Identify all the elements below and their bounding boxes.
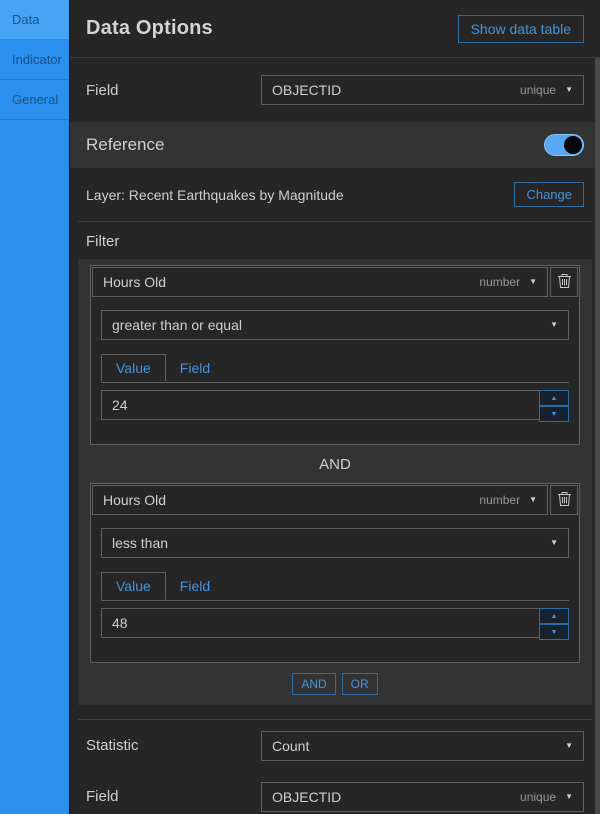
condition-2-field-select[interactable]: Hours Old number ▼	[92, 485, 548, 515]
sidebar-tab-general-label: General	[12, 92, 59, 107]
condition-2-operator-value: less than	[112, 535, 169, 551]
condition-1-header: Hours Old number ▼	[91, 266, 579, 298]
condition-1-tab-field[interactable]: Field	[166, 354, 224, 382]
condition-1-field-select[interactable]: Hours Old number ▼	[92, 267, 548, 297]
panel-header: Data Options Show data table	[70, 0, 600, 58]
vertical-scrollbar[interactable]	[595, 58, 600, 814]
field-type-badge: unique	[520, 789, 557, 804]
field-row-bottom: Field OBJECTID unique ▼	[70, 771, 600, 814]
statistic-label: Statistic	[86, 737, 139, 754]
condition-2-operator-select[interactable]: less than ▼	[101, 528, 569, 558]
chevron-down-icon: ▼	[550, 320, 558, 329]
reference-toggle[interactable]	[544, 134, 584, 156]
condition-2-value: 48	[112, 615, 128, 631]
show-data-table-button[interactable]: Show data table	[457, 14, 584, 43]
statistic-select[interactable]: Count ▼	[261, 730, 584, 761]
condition-1-body: greater than or equal ▼ Value Field 24 ▲…	[91, 298, 579, 444]
statistic-select-value: Count	[272, 737, 310, 754]
condition-2-tab-field[interactable]: Field	[166, 572, 224, 600]
filter-panel: Hours Old number ▼ greater than or equal…	[78, 259, 592, 705]
field-label: Field	[86, 81, 119, 99]
condition-2-tab-value[interactable]: Value	[101, 572, 166, 600]
condition-1-field-type-badge: number	[479, 275, 521, 289]
condition-2-body: less than ▼ Value Field 48 ▲ ▼	[91, 516, 579, 662]
decrement-button[interactable]: ▼	[539, 624, 569, 640]
condition-2-value-input[interactable]: 48 ▲ ▼	[101, 608, 569, 640]
reference-section-bar: Reference	[70, 122, 600, 168]
field-row-top: Field OBJECTID unique ▼	[70, 58, 600, 122]
condition-2-tabs: Value Field	[101, 572, 569, 601]
toggle-knob	[564, 136, 582, 154]
sidebar-tab-indicator[interactable]: Indicator	[0, 40, 69, 80]
sidebar-tab-indicator-label: Indicator	[12, 52, 62, 67]
sidebar-tab-data[interactable]: Data	[0, 0, 69, 40]
condition-1-tab-value[interactable]: Value	[101, 354, 166, 382]
condition-1-operator-value: greater than or equal	[112, 317, 242, 333]
chevron-down-icon: ▼	[565, 791, 573, 801]
change-layer-button[interactable]: Change	[514, 182, 584, 207]
filter-condition-card-1: Hours Old number ▼ greater than or equal…	[90, 265, 580, 445]
reference-label: Reference	[86, 135, 165, 154]
field-select-value: OBJECTID	[272, 82, 342, 98]
field-select[interactable]: OBJECTID unique ▼	[261, 75, 584, 105]
filter-condition-card-2: Hours Old number ▼ less than ▼ Value Fie…	[90, 483, 580, 663]
increment-button[interactable]: ▲	[539, 390, 569, 406]
statistic-row: Statistic Count ▼	[70, 720, 600, 771]
field-label: Field	[86, 788, 119, 805]
condition-1-field-value: Hours Old	[103, 274, 167, 290]
sidebar: Data Indicator General	[0, 0, 70, 814]
layer-row: Layer: Recent Earthquakes by Magnitude C…	[70, 168, 600, 221]
condition-2-field-type-badge: number	[479, 493, 521, 507]
add-and-condition-button[interactable]: AND	[292, 673, 336, 695]
chevron-down-icon: ▼	[565, 740, 573, 750]
data-options-panel: Data Indicator General Data Options Show…	[0, 0, 600, 814]
condition-1-delete-button[interactable]	[550, 267, 578, 297]
condition-1-spinners: ▲ ▼	[539, 390, 569, 422]
condition-1-tabs: Value Field	[101, 354, 569, 383]
layer-name-label: Layer: Recent Earthquakes by Magnitude	[86, 186, 344, 203]
statistic-field-select[interactable]: OBJECTID unique ▼	[261, 781, 584, 812]
add-condition-row: AND OR	[90, 663, 580, 697]
trash-icon	[557, 273, 572, 292]
trash-icon	[557, 491, 572, 510]
add-or-condition-button[interactable]: OR	[341, 673, 378, 695]
main-panel: Data Options Show data table Field OBJEC…	[70, 0, 600, 814]
sidebar-tab-general[interactable]: General	[0, 80, 69, 120]
condition-1-value-input[interactable]: 24 ▲ ▼	[101, 390, 569, 422]
condition-2-field-value: Hours Old	[103, 492, 167, 508]
condition-2-delete-button[interactable]	[550, 485, 578, 515]
condition-2-header: Hours Old number ▼	[91, 484, 579, 516]
filter-section-label: Filter	[86, 233, 120, 250]
filter-connector-label: AND	[319, 456, 351, 473]
condition-1-operator-select[interactable]: greater than or equal ▼	[101, 310, 569, 340]
chevron-down-icon: ▼	[529, 495, 537, 504]
chevron-down-icon: ▼	[529, 277, 537, 286]
condition-1-value: 24	[112, 397, 128, 413]
decrement-button[interactable]: ▼	[539, 406, 569, 422]
increment-button[interactable]: ▲	[539, 608, 569, 624]
statistic-field-value: OBJECTID	[272, 788, 342, 805]
page-title: Data Options	[86, 17, 213, 39]
chevron-down-icon: ▼	[550, 538, 558, 547]
field-type-badge: unique	[520, 83, 557, 97]
condition-2-spinners: ▲ ▼	[539, 608, 569, 640]
chevron-down-icon: ▼	[565, 85, 573, 94]
sidebar-tab-data-label: Data	[12, 12, 40, 27]
